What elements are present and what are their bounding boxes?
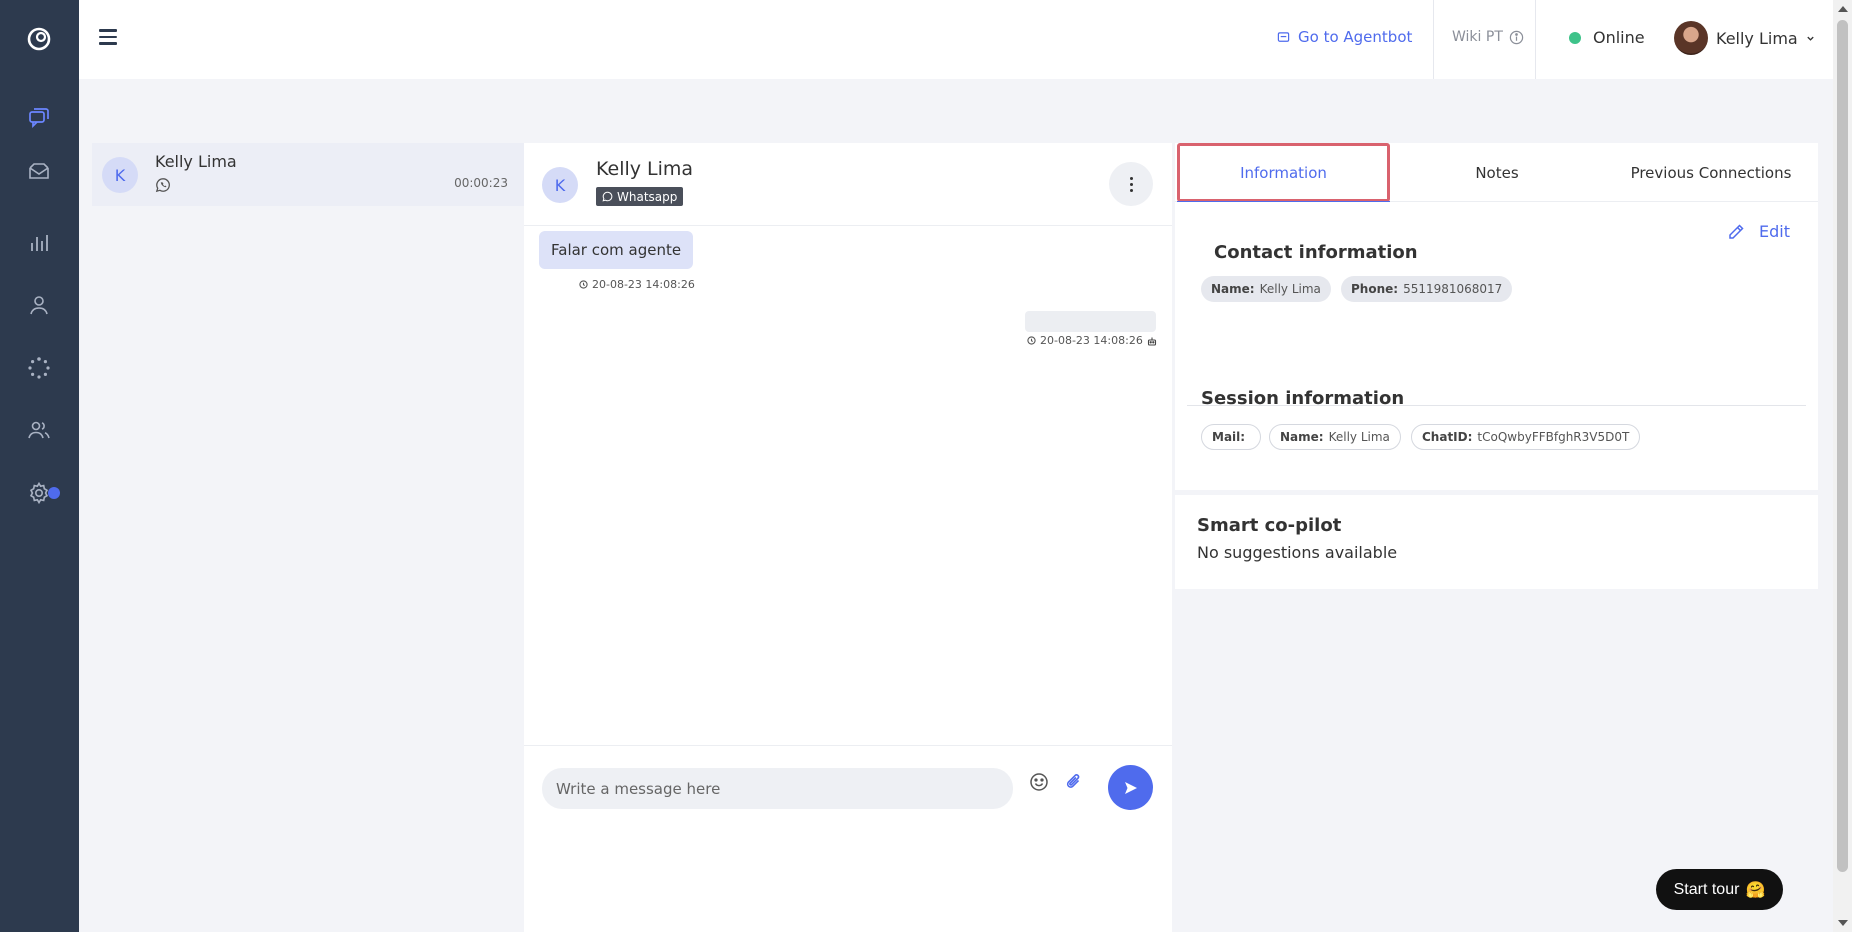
tab-information[interactable]: Information xyxy=(1177,143,1390,203)
chip-key: Mail: xyxy=(1212,430,1246,444)
conversation-list-item[interactable]: K Kelly Lima 00:00:23 xyxy=(92,143,524,206)
conversation-timer: 00:00:23 xyxy=(454,176,508,190)
wiki-label: Wiki PT xyxy=(1452,29,1503,45)
message-bubble-outgoing xyxy=(1025,311,1156,332)
online-status-dot xyxy=(1569,31,1581,44)
notification-dot xyxy=(48,487,60,499)
go-to-agentbot-link[interactable]: Go to Agentbot xyxy=(1277,28,1412,46)
chip-value: Kelly Lima xyxy=(1259,282,1321,296)
whatsapp-icon xyxy=(602,191,613,202)
kebab-icon xyxy=(1129,175,1133,193)
nav-user-icon[interactable] xyxy=(26,292,52,318)
conversation-avatar: K xyxy=(102,157,138,193)
send-icon xyxy=(1124,781,1137,794)
session-name-chip: Name: Kelly Lima xyxy=(1269,424,1401,450)
user-name: Kelly Lima xyxy=(1716,28,1798,48)
topbar-divider xyxy=(1433,0,1434,79)
contact-phone-chip: Phone: 5511981068017 xyxy=(1341,276,1513,302)
chevron-down-icon xyxy=(1807,36,1814,41)
nav-loading-icon[interactable] xyxy=(26,355,52,381)
wiki-link[interactable]: Wiki PT xyxy=(1452,29,1524,45)
info-icon xyxy=(1509,30,1524,44)
attachment-icon[interactable] xyxy=(1063,771,1085,793)
chip-value: 5511981068017 xyxy=(1403,282,1503,296)
hamburger-menu-icon[interactable] xyxy=(99,29,117,45)
contact-information-title: Contact information xyxy=(1214,242,1418,263)
chip-key: Phone: xyxy=(1351,282,1399,296)
chat-panel: K Kelly Lima Whatsapp Falar com agente 2… xyxy=(524,143,1172,932)
chip-key: Name: xyxy=(1211,282,1255,296)
details-tabs: Information Notes Previous Connections xyxy=(1175,143,1818,203)
information-card: Edit Contact information Name: Kelly Lim… xyxy=(1175,202,1818,490)
message-input[interactable] xyxy=(542,768,1013,809)
status-indicator[interactable]: Online xyxy=(1569,28,1645,47)
message-bubble-incoming: Falar com agente xyxy=(539,231,694,269)
whatsapp-icon xyxy=(155,178,170,193)
top-bar: Go to Agentbot Wiki PT Online Kelly Lima xyxy=(79,0,1833,79)
scroll-down-icon[interactable] xyxy=(1838,920,1848,926)
chip-key: Name: xyxy=(1280,430,1324,444)
tab-notes[interactable]: Notes xyxy=(1390,143,1604,202)
nav-team-icon[interactable] xyxy=(26,417,52,443)
clock-icon xyxy=(579,280,588,289)
clock-icon xyxy=(1027,336,1036,345)
chip-value: tCoQwbyFFBfghR3V5D0T xyxy=(1477,430,1630,444)
nav-mail-icon[interactable] xyxy=(26,158,52,184)
message-timestamp: 20-08-23 14:08:26 xyxy=(579,278,695,291)
bot-icon xyxy=(1147,337,1156,346)
session-chatid-chip: ChatID: tCoQwbyFFBfghR3V5D0T xyxy=(1411,424,1641,450)
chip-value: Kelly Lima xyxy=(1328,430,1390,444)
message-timestamp-text: 20-08-23 14:08:26 xyxy=(1040,334,1143,347)
nav-chat-icon[interactable] xyxy=(26,105,52,131)
conversation-name: Kelly Lima xyxy=(155,152,237,171)
agentbot-icon xyxy=(1277,31,1290,42)
session-information-title: Session information xyxy=(1201,388,1405,409)
scroll-thumb[interactable] xyxy=(1837,20,1848,872)
copilot-text: No suggestions available xyxy=(1197,543,1398,562)
message-timestamp: 20-08-23 14:08:26 xyxy=(1027,334,1157,347)
message-timestamp-text: 20-08-23 14:08:26 xyxy=(592,278,695,291)
channel-badge-label: Whatsapp xyxy=(617,189,678,204)
user-menu[interactable]: Kelly Lima xyxy=(1674,21,1815,55)
status-label: Online xyxy=(1593,28,1645,47)
edit-button[interactable]: Edit xyxy=(1727,222,1790,241)
scroll-up-icon[interactable] xyxy=(1838,6,1848,12)
avatar xyxy=(1674,21,1708,55)
session-mail-chip: Mail: xyxy=(1201,424,1262,450)
agentbot-label: Go to Agentbot xyxy=(1298,28,1413,46)
contact-name-chip: Name: Kelly Lima xyxy=(1201,276,1331,302)
chat-header: K Kelly Lima Whatsapp xyxy=(524,143,1172,226)
smart-copilot-card: Smart co-pilot No suggestions available xyxy=(1175,495,1818,589)
more-options-button[interactable] xyxy=(1109,162,1153,206)
start-tour-label: Start tour xyxy=(1673,880,1740,898)
page-scrollbar[interactable] xyxy=(1833,0,1852,932)
channel-badge: Whatsapp xyxy=(596,187,684,206)
emoji-icon[interactable] xyxy=(1028,771,1050,793)
pencil-icon xyxy=(1729,223,1744,239)
sidebar xyxy=(0,0,79,932)
chat-contact-name: Kelly Lima xyxy=(596,158,694,180)
chat-avatar: K xyxy=(542,167,578,203)
edit-label: Edit xyxy=(1759,222,1790,241)
chip-key: ChatID: xyxy=(1422,430,1473,444)
topbar-divider xyxy=(1535,0,1536,79)
send-button[interactable] xyxy=(1108,765,1153,810)
tab-previous-connections[interactable]: Previous Connections xyxy=(1604,143,1818,202)
logo-icon[interactable] xyxy=(26,26,52,52)
copilot-title: Smart co-pilot xyxy=(1197,515,1342,536)
nav-reports-icon[interactable] xyxy=(26,230,52,256)
composer-divider xyxy=(524,745,1172,746)
hugging-face-icon: 🤗 xyxy=(1745,881,1766,899)
start-tour-button[interactable]: Start tour 🤗 xyxy=(1656,869,1783,910)
